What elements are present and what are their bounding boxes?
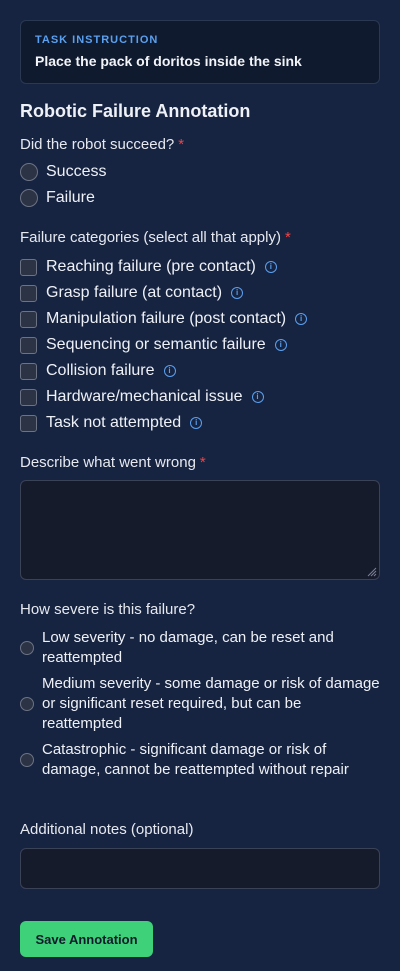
save-annotation-button[interactable]: Save Annotation — [20, 921, 153, 957]
category-grasp-failure[interactable]: Grasp failure (at contact) i — [20, 283, 244, 303]
checkbox[interactable] — [20, 258, 37, 276]
severity-label-medium: Medium severity - some damage or risk of… — [42, 675, 380, 732]
severity-option-catastrophic[interactable]: Catastrophic - significant damage or ris… — [20, 740, 380, 780]
description-question: Describe what went wrong * — [20, 454, 206, 472]
category-manipulation-failure[interactable]: Manipulation failure (post contact) i — [20, 309, 308, 329]
radio-option-failure[interactable]: Failure — [20, 188, 95, 208]
info-icon[interactable]: i — [264, 261, 277, 273]
category-label: Hardware/mechanical issue — [46, 388, 243, 405]
severity-question: How severe is this failure? — [20, 601, 196, 618]
radio-button[interactable] — [20, 189, 38, 207]
notes-input[interactable] — [20, 848, 380, 889]
annotation-page: TASK INSTRUCTION Place the pack of dorit… — [0, 0, 400, 971]
info-icon[interactable]: i — [274, 339, 287, 351]
category-collision-failure[interactable]: Collision failure i — [20, 361, 176, 381]
info-icon[interactable]: i — [295, 313, 308, 325]
info-icon[interactable]: i — [190, 417, 203, 429]
resize-handle-icon[interactable] — [367, 567, 377, 577]
severity-option-low[interactable]: Low severity - no damage, can be reset a… — [20, 628, 380, 668]
checkbox[interactable] — [20, 310, 37, 328]
checkbox[interactable] — [20, 388, 37, 406]
required-marker: * — [284, 229, 291, 246]
task-instruction-text: Place the pack of doritos inside the sin… — [35, 53, 302, 69]
info-icon[interactable]: i — [231, 287, 244, 299]
radio-label-success: Success — [46, 163, 107, 180]
category-label: Reaching failure (pre contact) — [46, 258, 256, 275]
success-question: Did the robot succeed? * — [20, 136, 184, 154]
category-label: Collision failure — [46, 362, 155, 379]
notes-label: Additional notes (optional) — [20, 821, 194, 838]
category-task-not-attempted[interactable]: Task not attempted i — [20, 413, 203, 433]
page-title: Robotic Failure Annotation — [20, 101, 251, 121]
category-hardware-issue[interactable]: Hardware/mechanical issue i — [20, 387, 264, 407]
description-label: Describe what went wrong — [20, 454, 196, 471]
failure-categories-question: Failure categories (select all that appl… — [20, 229, 291, 247]
radio-label-failure: Failure — [46, 189, 95, 206]
task-instruction-label: TASK INSTRUCTION — [35, 34, 159, 46]
description-textarea[interactable] — [20, 480, 380, 580]
checkbox[interactable] — [20, 284, 37, 302]
checkbox[interactable] — [20, 336, 37, 354]
success-question-label: Did the robot succeed? — [20, 136, 175, 153]
info-icon[interactable]: i — [163, 365, 176, 377]
radio-button[interactable] — [20, 697, 34, 711]
severity-label-catastrophic: Catastrophic - significant damage or ris… — [42, 741, 349, 778]
checkbox[interactable] — [20, 362, 37, 380]
category-sequencing-failure[interactable]: Sequencing or semantic failure i — [20, 335, 287, 355]
severity-option-medium[interactable]: Medium severity - some damage or risk of… — [20, 674, 380, 734]
required-marker: * — [199, 454, 206, 471]
failure-categories-label: Failure categories (select all that appl… — [20, 229, 281, 246]
radio-button[interactable] — [20, 641, 34, 655]
radio-option-success[interactable]: Success — [20, 162, 106, 182]
radio-button[interactable] — [20, 753, 34, 767]
task-instruction-card: TASK INSTRUCTION Place the pack of dorit… — [20, 20, 380, 84]
category-label: Manipulation failure (post contact) — [46, 310, 287, 327]
info-icon[interactable]: i — [251, 391, 264, 403]
required-marker: * — [178, 136, 185, 153]
category-label: Sequencing or semantic failure — [46, 336, 266, 353]
radio-button[interactable] — [20, 163, 38, 181]
category-reaching-failure[interactable]: Reaching failure (pre contact) i — [20, 257, 277, 277]
checkbox[interactable] — [20, 414, 37, 432]
category-label: Grasp failure (at contact) — [46, 284, 223, 301]
severity-label-low: Low severity - no damage, can be reset a… — [42, 629, 334, 666]
category-label: Task not attempted — [46, 414, 182, 431]
